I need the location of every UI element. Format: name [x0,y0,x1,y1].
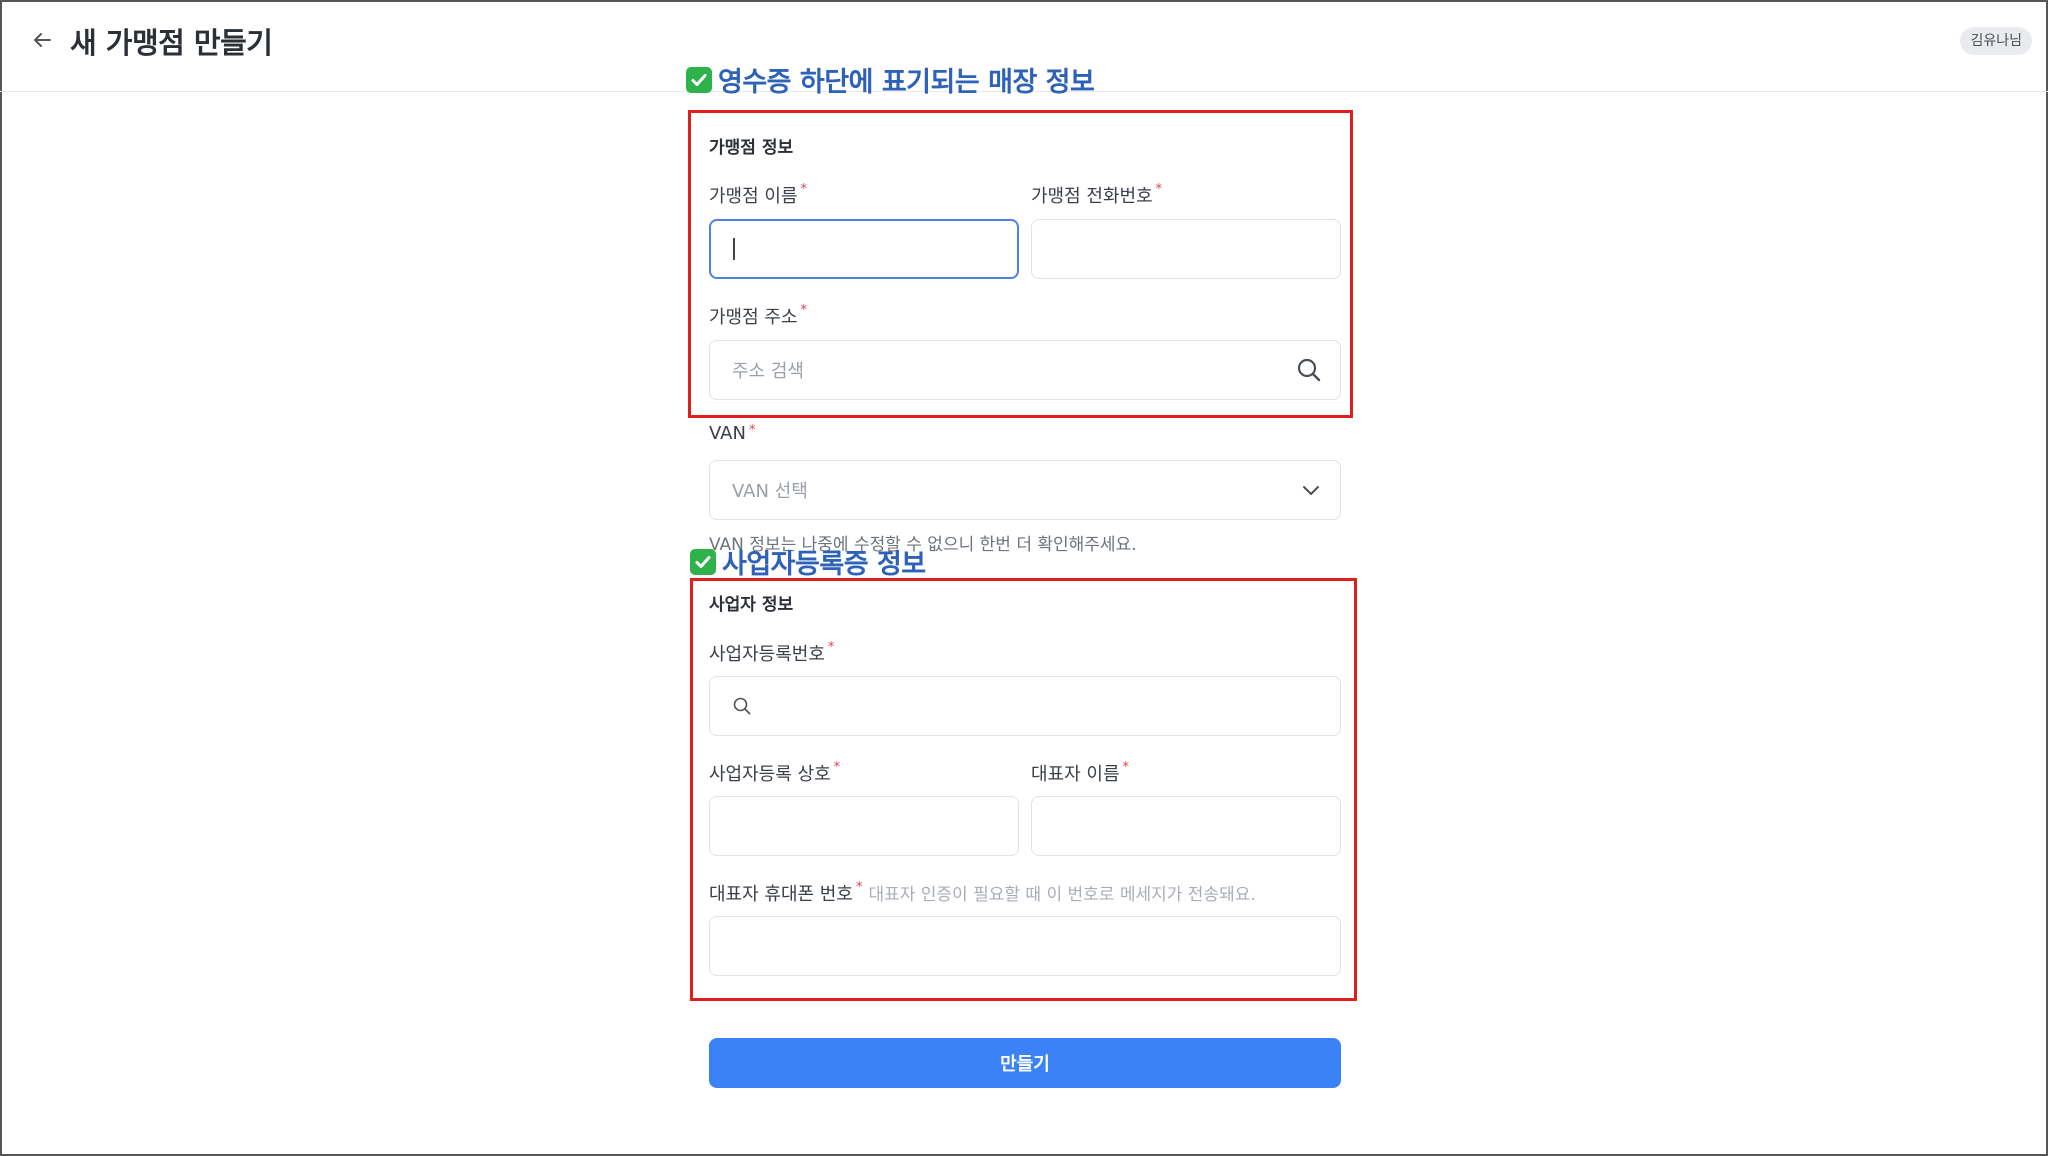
store-address-label: 가맹점 주소 * [709,303,807,329]
business-reg-number-label-text: 사업자등록번호 [709,644,825,665]
required-mark: * [833,760,841,775]
arrow-left-icon [34,33,51,47]
store-name-label: 가맹점 이름 * [709,182,807,208]
required-mark: * [800,182,808,197]
create-button[interactable]: 만들기 [709,1038,1341,1088]
back-button[interactable] [24,22,60,58]
business-trade-name-label-text: 사업자등록 상호 [709,764,831,785]
annotation-business-info: 사업자등록증 정보 [690,542,926,581]
rep-phone-label-text: 대표자 휴대폰 번호 [709,884,853,905]
annotation-store-info-text: 영수증 하단에 표기되는 매장 정보 [718,67,1095,98]
required-mark: * [1155,182,1163,197]
required-mark: * [855,880,863,895]
search-icon[interactable] [1296,357,1322,383]
business-trade-name-input[interactable] [709,796,1019,856]
business-trade-name-label: 사업자등록 상호 * [709,760,840,786]
check-mark-icon [686,66,712,93]
van-label: VAN * [709,423,755,444]
address-search-input[interactable]: 주소 검색 [709,340,1341,400]
rep-phone-input[interactable] [709,916,1341,976]
van-select-placeholder: VAN 선택 [732,481,808,502]
store-name-label-text: 가맹점 이름 [709,186,798,207]
required-mark: * [827,640,835,655]
rep-name-label-text: 대표자 이름 [1031,764,1120,785]
required-mark: * [800,303,808,318]
section-title-store: 가맹점 정보 [709,138,794,158]
annotation-store-info: 영수증 하단에 표기되는 매장 정보 [686,60,1095,99]
store-address-label-text: 가맹점 주소 [709,307,798,328]
store-phone-label: 가맹점 전화번호 * [1031,182,1162,208]
check-mark-icon [690,548,716,575]
rep-name-label: 대표자 이름 * [1031,760,1129,786]
rep-phone-label: 대표자 휴대폰 번호 * 대표자 인증이 필요할 때 이 번호로 메세지가 전송돼요… [709,880,1256,906]
business-reg-number-input[interactable] [709,676,1341,736]
rep-name-input[interactable] [1031,796,1341,856]
required-mark: * [1122,760,1130,775]
store-phone-input[interactable] [1031,219,1341,279]
section-title-business: 사업자 정보 [709,595,794,615]
page-title: 새 가맹점 만들기 [70,26,273,60]
required-mark: * [748,423,756,438]
user-badge[interactable]: 김유나님 [1960,27,2032,55]
address-search-placeholder: 주소 검색 [732,361,804,382]
van-label-text: VAN [709,423,746,444]
store-name-input[interactable] [709,219,1019,279]
rep-phone-hint: 대표자 인증이 필요할 때 이 번호로 메세지가 전송돼요. [868,885,1256,905]
annotation-business-info-text: 사업자등록증 정보 [722,549,926,580]
search-icon [732,696,752,716]
chevron-down-icon [1300,479,1322,501]
text-cursor [733,238,735,260]
store-phone-label-text: 가맹점 전화번호 [1031,186,1153,207]
business-reg-number-label: 사업자등록번호 * [709,640,834,666]
van-select[interactable]: VAN 선택 [709,460,1341,520]
